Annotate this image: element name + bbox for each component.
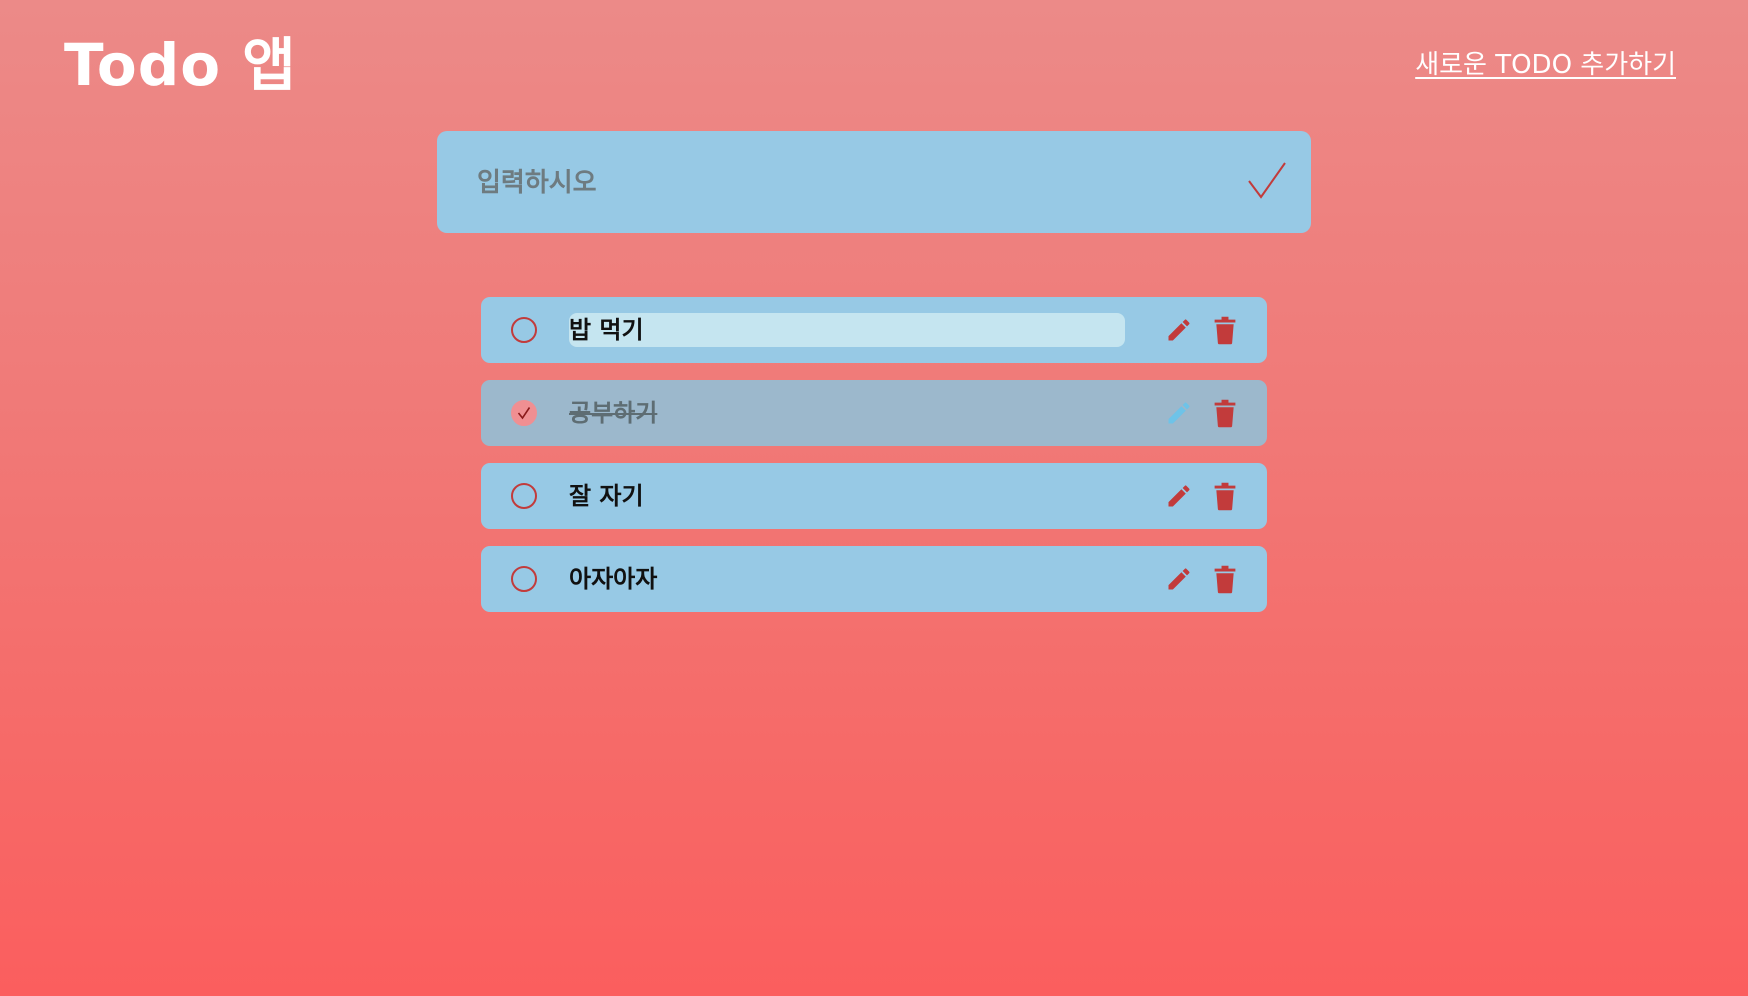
todo-edit-field[interactable]	[569, 313, 1125, 347]
todo-item: 공부하기	[481, 380, 1267, 446]
todo-text[interactable]: 잘 자기	[569, 479, 644, 513]
todo-item: 아자아자	[481, 546, 1267, 612]
app-title: Todo 앱	[64, 31, 297, 99]
todo-item: 잘 자기	[481, 463, 1267, 529]
trash-icon[interactable]	[1211, 564, 1239, 594]
todo-text[interactable]: 공부하기	[569, 396, 657, 430]
circle-checkbox-icon[interactable]	[511, 483, 537, 509]
trash-icon[interactable]	[1211, 315, 1239, 345]
todo-list: 밥 먹기 공부하기 잘 자기 아자아자	[481, 297, 1267, 629]
pencil-icon[interactable]	[1165, 316, 1193, 344]
circle-checkbox-icon[interactable]	[511, 566, 537, 592]
pencil-icon[interactable]	[1165, 399, 1193, 427]
circle-checkbox-icon[interactable]	[511, 400, 537, 426]
todo-input-box	[437, 131, 1311, 233]
trash-icon[interactable]	[1211, 398, 1239, 428]
checkmark-icon	[517, 407, 531, 420]
todo-text[interactable]: 밥 먹기	[569, 313, 644, 347]
todo-input[interactable]	[475, 157, 1179, 209]
trash-icon[interactable]	[1211, 481, 1239, 511]
add-new-todo-link[interactable]: 새로운 TODO 추가하기	[1415, 48, 1676, 82]
pencil-icon[interactable]	[1165, 565, 1193, 593]
circle-checkbox-icon[interactable]	[511, 317, 537, 343]
checkmark-icon[interactable]	[1245, 159, 1289, 203]
todo-item: 밥 먹기	[481, 297, 1267, 363]
pencil-icon[interactable]	[1165, 482, 1193, 510]
todo-text[interactable]: 아자아자	[569, 562, 657, 596]
